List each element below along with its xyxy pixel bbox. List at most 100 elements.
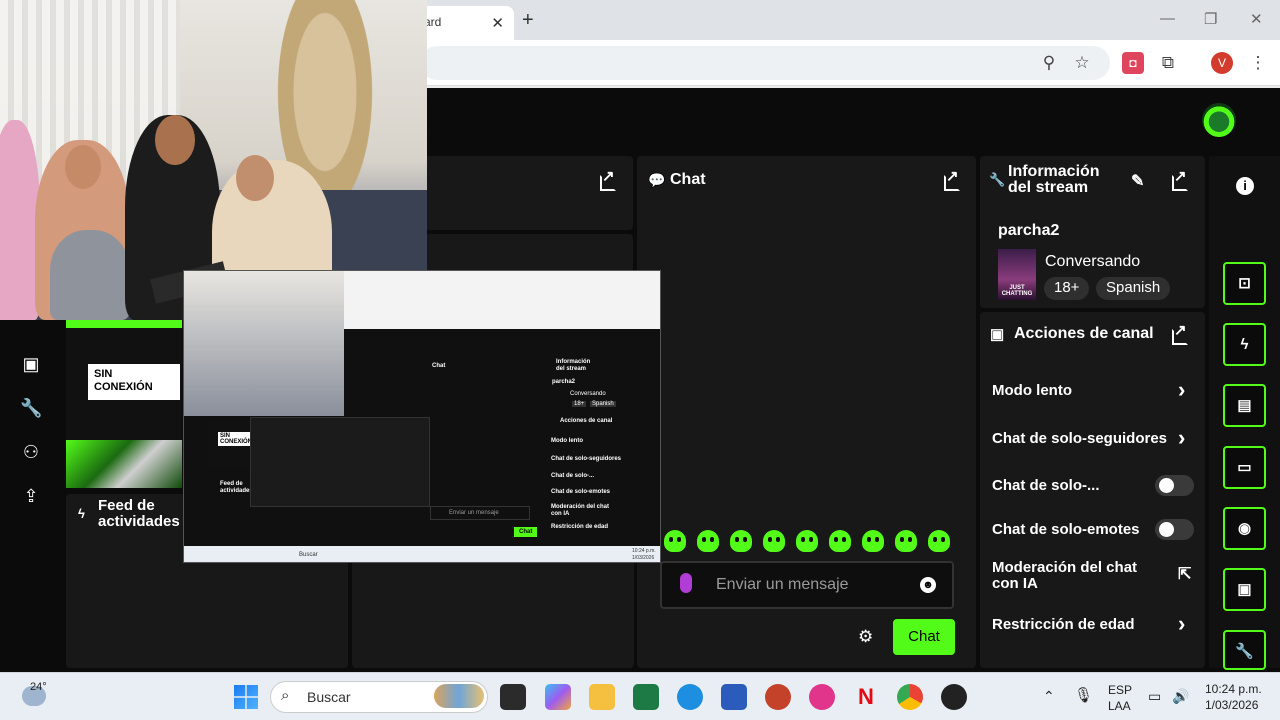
- chevron-right-icon[interactable]: ›: [1178, 377, 1185, 403]
- emotes-only-toggle[interactable]: [1155, 519, 1194, 540]
- nested-info-title: Información del stream: [556, 359, 591, 372]
- emoji-icon[interactable]: ☻: [920, 577, 936, 593]
- person: [0, 120, 40, 320]
- popout-icon[interactable]: [598, 167, 616, 191]
- category-name[interactable]: Conversando: [1045, 253, 1140, 271]
- notes-icon[interactable]: ▤: [1223, 384, 1266, 427]
- edge-icon[interactable]: [677, 684, 703, 710]
- chat-popout-icon[interactable]: [942, 167, 960, 191]
- nested-action: Chat de solo-emotes: [551, 489, 611, 495]
- nested-inner-screenshot: [250, 417, 430, 507]
- chat-bubble-icon: 💬: [648, 172, 666, 188]
- camera-icon[interactable]: ▣: [1223, 568, 1266, 611]
- clock-date[interactable]: 1/03/2026: [1205, 698, 1258, 712]
- category-thumbnail[interactable]: JUST CHATTING: [998, 249, 1036, 300]
- bookmark-star-icon[interactable]: ☆: [1071, 52, 1093, 74]
- browser-menu-icon[interactable]: ⋮: [1247, 52, 1269, 74]
- nested-taskbar: [184, 546, 660, 562]
- info-icon[interactable]: i: [1236, 177, 1254, 195]
- nested-actions-title: Acciones de canal: [560, 418, 613, 424]
- powerpoint-icon[interactable]: [765, 684, 791, 710]
- subscribers-only-toggle[interactable]: [1155, 475, 1194, 496]
- broadcast-icon[interactable]: ◉: [1223, 507, 1266, 550]
- tab-close-icon[interactable]: ✕: [491, 14, 504, 32]
- wrench-icon[interactable]: 🔧: [20, 398, 42, 418]
- excel-icon[interactable]: [633, 684, 659, 710]
- profile-avatar[interactable]: V: [1211, 52, 1233, 74]
- lightning-icon[interactable]: ϟ: [1223, 323, 1266, 366]
- restore-button[interactable]: ❐: [1204, 10, 1217, 28]
- face: [65, 145, 101, 189]
- stream-preview-panel: [66, 320, 182, 488]
- language-top[interactable]: ESP: [1108, 683, 1132, 697]
- emote-icon[interactable]: [763, 530, 785, 552]
- address-bar[interactable]: [420, 46, 1110, 80]
- microphone-icon[interactable]: [680, 573, 692, 593]
- action-slow-mode[interactable]: Modo lento: [992, 382, 1172, 399]
- action-ai-moderation[interactable]: Moderación del chat con IA: [992, 560, 1162, 592]
- language-bottom[interactable]: LAA: [1108, 699, 1131, 713]
- pink-app-icon[interactable]: [809, 684, 835, 710]
- taskbar-search-label: Buscar: [307, 689, 351, 705]
- users-icon[interactable]: ⚇: [20, 442, 42, 462]
- chat-send-button[interactable]: Chat: [893, 619, 955, 655]
- channel-icon: ▣: [990, 326, 1005, 343]
- chevron-up-icon[interactable]: ⌃: [1043, 688, 1055, 705]
- nested-chat-title: Chat: [432, 363, 446, 369]
- external-link-icon[interactable]: ⇱: [1178, 564, 1191, 584]
- netflix-icon[interactable]: N: [853, 684, 879, 710]
- emote-icon[interactable]: [895, 530, 917, 552]
- nested-date: 1/03/2026: [632, 555, 655, 561]
- wrench-icon[interactable]: 🔧: [1223, 630, 1266, 670]
- nested-action: Restricción de edad: [551, 524, 609, 530]
- extension-pink-icon[interactable]: ◘: [1122, 52, 1144, 74]
- stream-info-popout-icon[interactable]: [1170, 167, 1188, 191]
- minimize-button[interactable]: —: [1160, 10, 1175, 27]
- new-tab-button[interactable]: +: [522, 9, 534, 32]
- clock-time[interactable]: 10:24 p.m.: [1205, 682, 1262, 696]
- screenshot-icon[interactable]: ⊡: [1223, 262, 1266, 305]
- face: [155, 115, 195, 165]
- chevron-right-icon[interactable]: ›: [1178, 611, 1185, 637]
- emote-icon[interactable]: [664, 530, 686, 552]
- chrome-icon[interactable]: [897, 684, 923, 710]
- emote-icon[interactable]: [730, 530, 752, 552]
- person: [50, 230, 130, 320]
- copilot-icon[interactable]: [545, 684, 571, 710]
- task-view-icon[interactable]: [500, 684, 526, 710]
- chevron-right-icon[interactable]: ›: [1178, 425, 1185, 451]
- chat-settings-icon[interactable]: ⚙: [858, 627, 873, 647]
- network-icon[interactable]: ▭: [1148, 688, 1161, 705]
- word-icon[interactable]: [721, 684, 747, 710]
- close-window-button[interactable]: ✕: [1250, 10, 1263, 28]
- file-explorer-icon[interactable]: [589, 684, 615, 710]
- video-icon[interactable]: ▣: [20, 354, 42, 374]
- channel-name: parcha2: [998, 222, 1060, 239]
- microphone-tray-icon[interactable]: 🎙: [1074, 686, 1093, 704]
- volume-icon[interactable]: 🔊: [1172, 688, 1189, 705]
- action-followers-only[interactable]: Chat de solo-seguidores: [992, 430, 1169, 447]
- edit-pencil-icon[interactable]: ✎: [1131, 171, 1144, 191]
- user-avatar[interactable]: [1202, 103, 1236, 137]
- emote-icon[interactable]: [928, 530, 950, 552]
- stream-info-title: Información del stream: [1008, 163, 1100, 196]
- nested-channel: parcha2: [552, 379, 576, 385]
- weather-temp: 24°: [30, 681, 47, 693]
- tag-badge: 18+: [1044, 277, 1090, 300]
- chat-icon[interactable]: ▭: [1223, 446, 1266, 489]
- upload-icon[interactable]: ⇪: [20, 486, 42, 506]
- extensions-puzzle-icon[interactable]: ⧉: [1157, 52, 1179, 74]
- emote-icon[interactable]: [862, 530, 884, 552]
- zoom-icon[interactable]: ⚲: [1038, 52, 1060, 74]
- action-age-restriction[interactable]: Restricción de edad: [992, 616, 1172, 633]
- emote-icon[interactable]: [796, 530, 818, 552]
- emote-icon[interactable]: [829, 530, 851, 552]
- obs-icon[interactable]: [941, 684, 967, 710]
- emote-icon[interactable]: [697, 530, 719, 552]
- face: [236, 155, 274, 201]
- nested-action: Modo lento: [551, 438, 583, 444]
- channel-actions-popout-icon[interactable]: [1170, 321, 1188, 345]
- chat-placeholder: Enviar un mensaje: [716, 576, 849, 593]
- nested-screenshot: SIN CONEXIÓN Feed de actividades Chat In…: [183, 270, 661, 563]
- search-icon: ⌕: [281, 687, 290, 704]
